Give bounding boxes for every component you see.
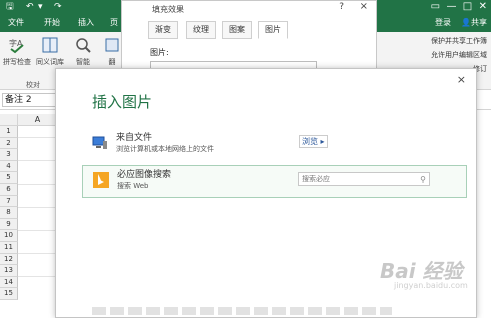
select-all-corner[interactable] [0,114,18,126]
bing-search-input[interactable]: 搜索必应 ⚲ [298,172,430,186]
search-icon[interactable]: ⚲ [420,173,426,186]
translate-label: 翻 [108,58,116,66]
row-header[interactable]: 5 [0,172,18,184]
spellcheck-icon: 字A [9,38,24,54]
watermark-brand: Bai 经验 [380,259,463,283]
window-controls[interactable]: ▭ — □ ✕ [431,0,487,14]
row-header[interactable]: 7 [0,195,18,208]
bing-logo-icon [93,172,109,188]
row-header[interactable]: 12 [0,253,18,266]
row-header[interactable]: 8 [0,207,18,219]
dialog-footer-text [92,307,392,315]
row-header[interactable]: 13 [0,265,18,277]
bing-title: 必应图像搜索 [117,170,172,180]
close-icon[interactable]: × [457,73,466,86]
person-icon: 👤 [461,18,471,27]
bing-subtitle: 搜索 Web [117,182,149,190]
tab-page[interactable]: 页 [108,14,120,32]
row-header[interactable]: 14 [0,276,18,289]
share-button[interactable]: 👤共享 [461,14,487,32]
magnifier-icon [76,38,91,53]
row-header[interactable]: 15 [0,288,18,300]
row-header[interactable]: 6 [0,184,18,196]
baidu-watermark: Bai 经验 jingyan.baidu.com [380,255,490,295]
browse-link[interactable]: 浏览 ▸ [299,135,328,148]
row-header[interactable]: 1 [0,126,18,138]
dialog-title: 插入图片 [92,93,153,111]
bing-search-placeholder: 搜索必应 [302,175,330,183]
from-file-subtitle: 浏览计算机或本地网络上的文件 [116,145,214,153]
row-header[interactable]: 9 [0,218,18,231]
undo-icon[interactable]: ↶ [26,1,34,13]
share-label: 共享 [471,18,487,27]
thesaurus-label: 同义词库 [36,58,64,66]
smart-lookup-label: 智能 [76,58,90,66]
watermark-url: jingyan.baidu.com [394,281,468,290]
protect-share-workbook[interactable]: 保护并共享工作簿 [431,36,487,46]
allow-edit-ranges[interactable]: 允许用户编辑区域 [431,50,487,60]
tab-file[interactable]: 文件 [6,14,26,32]
row-header[interactable]: 10 [0,230,18,242]
login-link[interactable]: 登录 [435,14,451,32]
tab-picture[interactable]: 图片 [258,21,288,39]
tab-insert[interactable]: 插入 [76,14,96,32]
tab-gradient[interactable]: 渐变 [148,21,178,39]
translate-button[interactable]: 翻 [104,36,120,67]
translate-icon [105,38,119,52]
undo-dropdown-icon[interactable]: ▾ [38,1,43,13]
from-file-title: 来自文件 [116,133,153,143]
spellcheck-button[interactable]: 字A 拼写检查 [2,36,32,67]
thesaurus-button[interactable]: 同义词库 [34,36,66,67]
save-icon[interactable]: 🖫 [6,1,14,13]
bing-image-search-row[interactable]: 必应图像搜索 搜索 Web 搜索必应 ⚲ [82,165,467,198]
computer-icon [92,136,107,149]
redo-icon[interactable]: ↷ [54,1,62,13]
row-header[interactable]: 4 [0,160,18,173]
book-icon [42,37,58,53]
row-header[interactable]: 11 [0,242,18,254]
spellcheck-label: 拼写检查 [3,58,31,66]
row-header[interactable]: 2 [0,137,18,150]
close-icon[interactable]: × [360,1,368,12]
from-file-row[interactable]: 来自文件 浏览计算机或本地网络上的文件 浏览 ▸ [82,129,467,157]
tab-texture[interactable]: 纹理 [186,21,216,39]
tab-home[interactable]: 开始 [42,14,62,32]
row-header[interactable]: 3 [0,149,18,161]
tab-pattern[interactable]: 图案 [222,21,252,39]
proofing-group-label: 校对 [26,81,40,89]
picture-label: 图片: [150,48,169,57]
fill-dialog-title: 填充效果 [152,5,184,14]
help-icon[interactable]: ? [339,2,344,12]
smart-lookup-button[interactable]: 智能 [72,36,94,67]
column-header-a[interactable]: A [18,114,58,126]
